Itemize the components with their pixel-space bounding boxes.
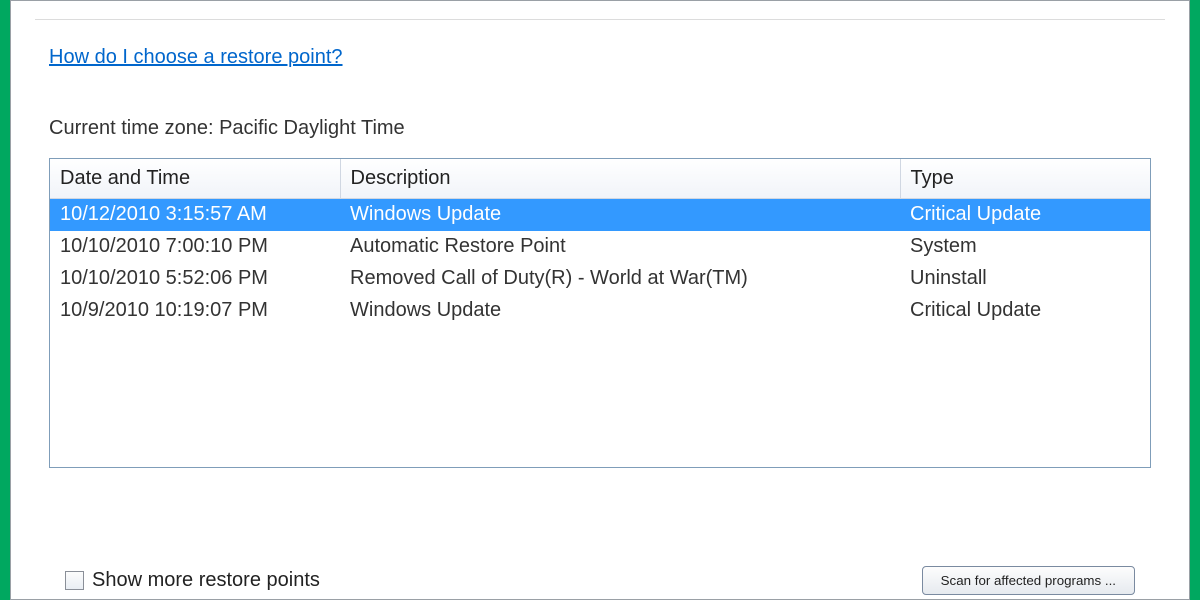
dialog-panel: eBetterBooks How do I choose a restore p… bbox=[35, 19, 1165, 599]
footer-row: Show more restore points Scan for affect… bbox=[65, 566, 1135, 595]
table-row[interactable]: 10/10/2010 5:52:06 PMRemoved Call of Dut… bbox=[50, 263, 1150, 295]
scan-affected-button[interactable]: Scan for affected programs ... bbox=[922, 566, 1135, 595]
cell-type: Uninstall bbox=[900, 263, 1150, 295]
cell-date: 10/10/2010 5:52:06 PM bbox=[50, 263, 340, 295]
cell-date: 10/10/2010 7:00:10 PM bbox=[50, 231, 340, 263]
table-row[interactable]: 10/10/2010 7:00:10 PMAutomatic Restore P… bbox=[50, 231, 1150, 263]
cell-type: System bbox=[900, 231, 1150, 263]
show-more-label: Show more restore points bbox=[92, 569, 320, 592]
show-more-checkbox-wrap[interactable]: Show more restore points bbox=[65, 569, 320, 592]
cell-date: 10/9/2010 10:19:07 PM bbox=[50, 295, 340, 327]
cell-description: Removed Call of Duty(R) - World at War(T… bbox=[340, 263, 900, 295]
column-header-date[interactable]: Date and Time bbox=[50, 159, 340, 199]
cell-type: Critical Update bbox=[900, 199, 1150, 232]
cell-description: Windows Update bbox=[340, 199, 900, 232]
column-header-type[interactable]: Type bbox=[900, 159, 1150, 199]
cell-description: Automatic Restore Point bbox=[340, 231, 900, 263]
table-row[interactable]: 10/12/2010 3:15:57 AMWindows UpdateCriti… bbox=[50, 199, 1150, 232]
show-more-checkbox[interactable] bbox=[65, 571, 84, 590]
table-row[interactable]: 10/9/2010 10:19:07 PMWindows UpdateCriti… bbox=[50, 295, 1150, 327]
cell-description: Windows Update bbox=[340, 295, 900, 327]
cell-date: 10/12/2010 3:15:57 AM bbox=[50, 199, 340, 232]
column-header-description[interactable]: Description bbox=[340, 159, 900, 199]
help-link[interactable]: How do I choose a restore point? bbox=[49, 46, 343, 69]
timezone-label: Current time zone: Pacific Daylight Time bbox=[49, 117, 1157, 140]
table-header-row: Date and Time Description Type bbox=[50, 159, 1150, 199]
restore-point-table[interactable]: Date and Time Description Type 10/12/201… bbox=[50, 159, 1150, 327]
dialog-frame: eBetterBooks How do I choose a restore p… bbox=[10, 0, 1190, 600]
restore-point-table-container: Date and Time Description Type 10/12/201… bbox=[49, 158, 1151, 468]
cell-type: Critical Update bbox=[900, 295, 1150, 327]
